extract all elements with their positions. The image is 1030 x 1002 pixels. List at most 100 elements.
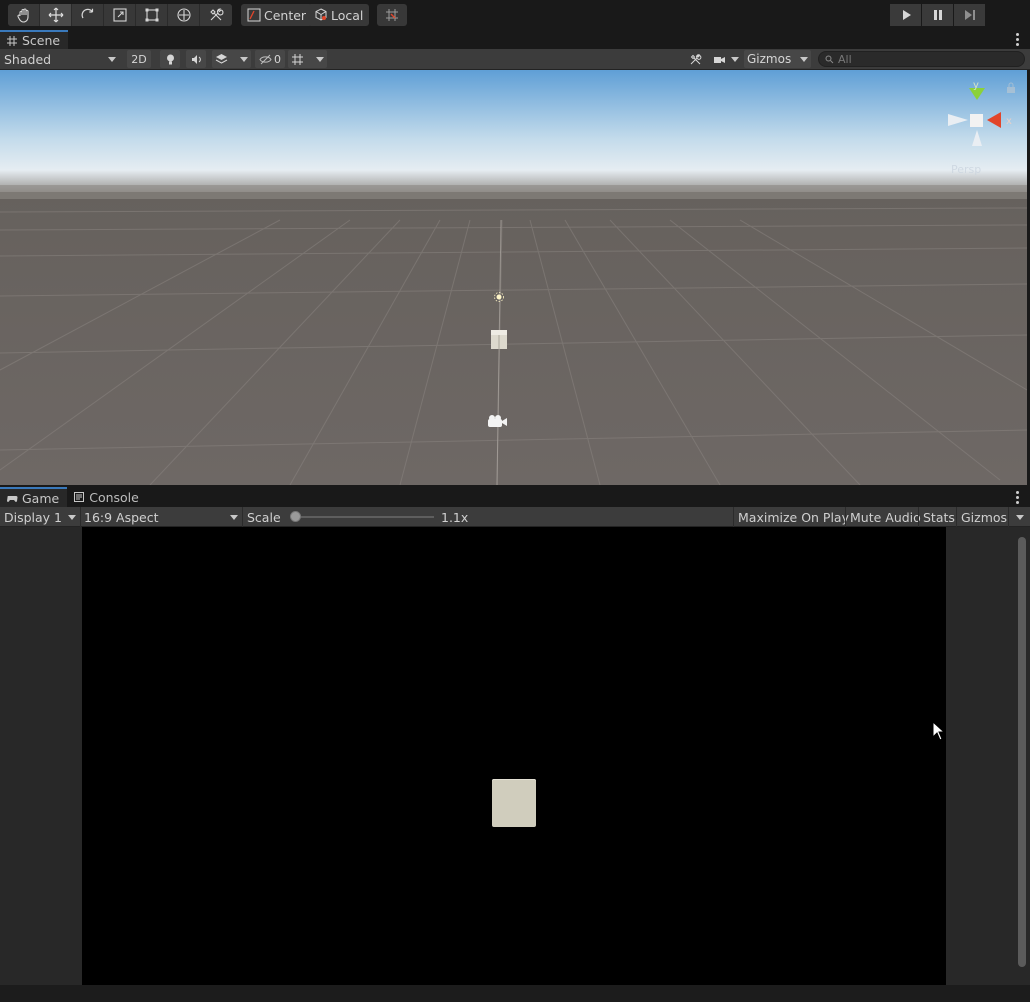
scale-value: 1.1x bbox=[441, 510, 469, 525]
speaker-icon bbox=[191, 54, 201, 64]
hand-tool-button[interactable] bbox=[8, 4, 40, 26]
search-input[interactable] bbox=[838, 52, 1008, 66]
search-icon bbox=[825, 55, 834, 63]
scene-background bbox=[0, 70, 1027, 485]
grid-settings-dropdown[interactable] bbox=[288, 50, 327, 68]
grid-icon bbox=[292, 53, 303, 65]
game-toolbar: Display 1 16:9 Aspect Scale 1.1x Maximiz… bbox=[0, 507, 1030, 527]
play-icon bbox=[902, 10, 911, 20]
camera-icon bbox=[714, 56, 725, 63]
rect-transform-icon bbox=[145, 8, 158, 22]
pivot-label: Center bbox=[264, 7, 307, 23]
main-toolbar: Center Local bbox=[0, 0, 1030, 31]
step-button[interactable] bbox=[954, 4, 985, 26]
gamepad-icon bbox=[7, 496, 18, 502]
space-label: Local bbox=[331, 7, 364, 23]
move-tool-button[interactable] bbox=[40, 4, 72, 26]
scene-tools-button[interactable] bbox=[685, 50, 705, 68]
rect-tool-button[interactable] bbox=[136, 4, 168, 26]
axis-neg-x-cone bbox=[948, 114, 968, 126]
chevron-down-icon bbox=[731, 57, 739, 62]
persp-label: Persp bbox=[951, 163, 982, 176]
transform-tool-button[interactable] bbox=[168, 4, 200, 26]
chevron-down-icon bbox=[240, 57, 248, 62]
rotate-icon bbox=[81, 8, 93, 19]
game-render-area[interactable] bbox=[82, 527, 946, 985]
step-icon bbox=[964, 10, 975, 20]
scale-slider-handle[interactable] bbox=[289, 511, 301, 522]
aspect-dropdown[interactable]: 16:9 Aspect bbox=[80, 507, 242, 527]
stats-label: Stats bbox=[923, 509, 955, 525]
chevron-down-icon bbox=[800, 57, 808, 62]
scene-menu-icon[interactable] bbox=[1014, 33, 1020, 46]
layers-icon bbox=[215, 53, 228, 64]
projection-label[interactable]: Persp bbox=[951, 163, 981, 176]
tab-game[interactable]: Game bbox=[0, 487, 68, 507]
display-dropdown[interactable]: Display 1 bbox=[0, 507, 80, 527]
game-gizmos-label: Gizmos bbox=[961, 509, 1008, 525]
chevron-down-icon bbox=[230, 515, 238, 520]
gizmo-center-cube bbox=[970, 114, 983, 127]
lock-icon[interactable] bbox=[1006, 82, 1016, 93]
maximize-on-play-toggle[interactable]: Maximize On Play bbox=[733, 507, 853, 527]
scene-viewport[interactable]: y x Persp bbox=[0, 70, 1027, 485]
scene-tab-strip: Scene bbox=[0, 30, 1030, 49]
toggle-2d-label: 2D bbox=[131, 52, 147, 66]
axis-neg-z-cone bbox=[972, 130, 982, 146]
pause-button[interactable] bbox=[922, 4, 953, 26]
tab-game-label: Game bbox=[22, 490, 60, 506]
chevron-down-icon bbox=[68, 515, 76, 520]
move-icon bbox=[48, 7, 63, 23]
scale-slider-track[interactable] bbox=[292, 516, 434, 518]
mute-audio-toggle[interactable]: Mute Audio bbox=[845, 507, 925, 527]
game-cube bbox=[492, 779, 536, 827]
eye-hidden-icon bbox=[259, 54, 272, 64]
axis-y-label: y bbox=[973, 80, 979, 91]
tab-scene-label: Scene bbox=[22, 33, 61, 48]
tab-scene[interactable]: Scene bbox=[0, 30, 69, 49]
aspect-value: 16:9 Aspect bbox=[84, 509, 159, 525]
audio-toggle-button[interactable] bbox=[186, 50, 206, 68]
pause-icon bbox=[933, 10, 942, 20]
custom-tool-button[interactable] bbox=[200, 4, 232, 26]
rotate-tool-button[interactable] bbox=[72, 4, 104, 26]
play-button[interactable] bbox=[890, 4, 921, 26]
camera-settings-dropdown[interactable] bbox=[710, 50, 742, 68]
pivot-icon bbox=[247, 8, 261, 22]
game-menu-icon[interactable] bbox=[1014, 491, 1020, 504]
chevron-down-icon bbox=[1016, 515, 1024, 520]
scale-label: Scale bbox=[247, 510, 281, 525]
local-cube-icon bbox=[315, 8, 327, 21]
axis-x-label: x bbox=[1006, 116, 1012, 127]
shading-mode-dropdown[interactable]: Shaded bbox=[0, 49, 120, 69]
lighting-toggle-button[interactable] bbox=[160, 50, 180, 68]
mute-label: Mute Audio bbox=[850, 509, 921, 525]
chevron-down-icon bbox=[108, 57, 116, 62]
pivot-local-button[interactable]: Local bbox=[308, 4, 370, 26]
pivot-center-button[interactable]: Center bbox=[241, 4, 313, 26]
game-view bbox=[0, 527, 1030, 985]
scene-gizmos-label: Gizmos bbox=[747, 52, 792, 66]
scene-search[interactable] bbox=[818, 51, 1025, 67]
maximize-label: Maximize On Play bbox=[738, 509, 849, 525]
scene-toolbar: Shaded 2D 0 Gizmos bbox=[0, 49, 1030, 70]
stats-toggle[interactable]: Stats bbox=[918, 507, 959, 527]
display-value: Display 1 bbox=[4, 509, 63, 525]
custom-tools-icon bbox=[210, 8, 224, 21]
scale-tool-button[interactable] bbox=[104, 4, 136, 26]
shading-mode-value: Shaded bbox=[4, 51, 52, 67]
hidden-objects-toggle[interactable]: 0 bbox=[255, 50, 285, 68]
toggle-2d-button[interactable]: 2D bbox=[127, 50, 151, 68]
console-icon bbox=[74, 492, 85, 502]
effects-dropdown[interactable] bbox=[212, 50, 251, 68]
transform-tools bbox=[8, 4, 232, 26]
hash-grid-icon bbox=[7, 35, 17, 46]
tab-console[interactable]: Console bbox=[67, 487, 147, 507]
game-scrollbar[interactable] bbox=[1018, 537, 1026, 967]
scene-gizmos-dropdown[interactable]: Gizmos bbox=[744, 50, 811, 68]
status-bar bbox=[0, 985, 1030, 1002]
play-controls bbox=[890, 4, 985, 26]
chevron-down-icon bbox=[316, 57, 324, 62]
grid-snap-button[interactable] bbox=[377, 4, 407, 26]
game-gizmos-dropdown[interactable]: Gizmos bbox=[956, 507, 1030, 527]
